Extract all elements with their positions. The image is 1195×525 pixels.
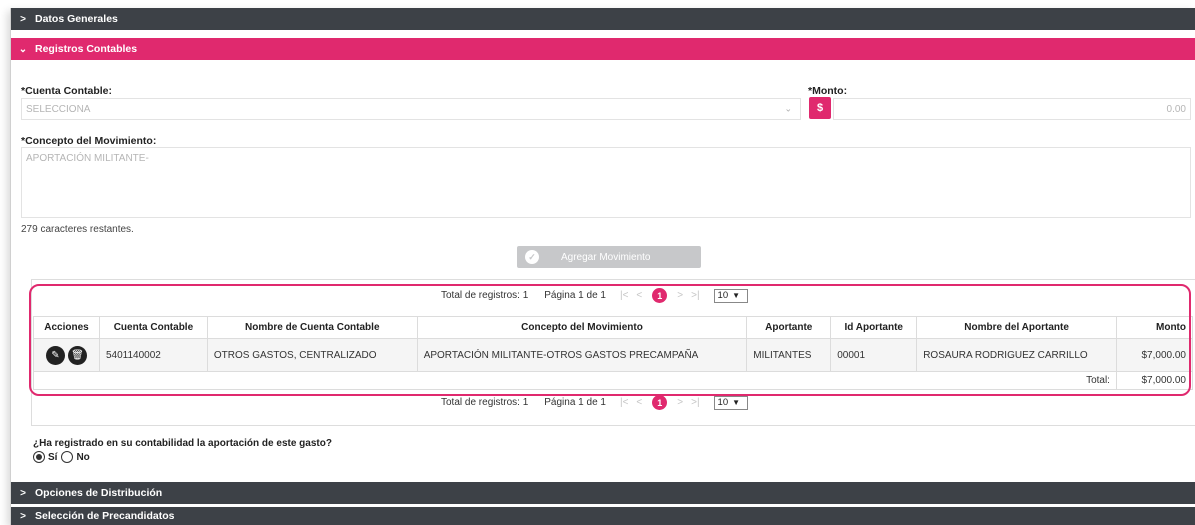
- actions-cell: ✎ 🗑: [33, 338, 100, 372]
- col-concepto: Concepto del Movimiento: [416, 316, 748, 339]
- col-nombre-cuenta: Nombre de Cuenta Contable: [206, 316, 418, 339]
- page-size-value: 10: [717, 290, 729, 301]
- pager-bottom: Total de registros: 1 Página 1 de 1 |< <…: [441, 395, 748, 410]
- pager-top: Total de registros: 1 Página 1 de 1 |< <…: [441, 288, 748, 303]
- form-frame: > Datos Generales ⌄ Registros Contables …: [10, 8, 1195, 525]
- prev-page-button[interactable]: <: [636, 397, 642, 408]
- col-acciones: Acciones: [33, 316, 100, 339]
- movements-table: Acciones Cuenta Contable Nombre de Cuent…: [33, 316, 1194, 390]
- page-indicator: Página 1 de 1: [544, 397, 606, 408]
- prev-page-button[interactable]: <: [636, 290, 642, 301]
- total-records: Total de registros: 1: [441, 290, 529, 301]
- col-cuenta-contable: Cuenta Contable: [98, 316, 208, 339]
- monto-label: *Monto:: [808, 85, 848, 97]
- chevron-right-icon: >: [20, 13, 26, 25]
- page-size-select[interactable]: 10 ▼: [713, 395, 748, 410]
- trash-icon[interactable]: 🗑: [67, 345, 87, 365]
- concepto-textarea[interactable]: APORTACIÓN MILITANTE-: [21, 147, 1191, 218]
- total-value: $7,000.00: [1115, 371, 1194, 390]
- radio-yes[interactable]: [33, 451, 45, 463]
- total-records: Total de registros: 1: [441, 397, 529, 408]
- check-circle-icon: ✓: [525, 250, 539, 264]
- cell-nombre-cuenta: OTROS GASTOS, CENTRALIZADO: [206, 338, 418, 372]
- next-page-button[interactable]: >: [677, 290, 683, 301]
- cell-cuenta: 5401140002: [98, 338, 208, 372]
- currency-addon: $: [809, 97, 831, 119]
- section-title: Selección de Precandidatos: [35, 510, 175, 522]
- col-nombre-aportante: Nombre del Aportante: [916, 316, 1117, 339]
- pencil-icon[interactable]: ✎: [45, 345, 65, 365]
- chevron-down-icon: ▼: [732, 291, 741, 300]
- monto-input[interactable]: 0.00: [833, 98, 1191, 120]
- chevron-down-icon: ▼: [732, 398, 741, 407]
- monto-value: 0.00: [1166, 103, 1186, 115]
- last-page-button[interactable]: >|: [691, 290, 699, 301]
- section-datos-generales[interactable]: > Datos Generales: [11, 8, 1195, 30]
- cell-concepto: APORTACIÓN MILITANTE-OTROS GASTOS PRECAM…: [416, 338, 748, 372]
- section-title: Registros Contables: [35, 43, 138, 55]
- cell-id-aportante: 00001: [830, 338, 918, 372]
- current-page-button[interactable]: 1: [652, 395, 668, 410]
- remaining-characters: 279 caracteres restantes.: [21, 224, 134, 235]
- col-monto: Monto: [1115, 316, 1194, 339]
- section-registros-contables[interactable]: ⌄ Registros Contables: [11, 38, 1195, 60]
- page-indicator: Página 1 de 1: [544, 290, 606, 301]
- contribution-question: ¿Ha registrado en su contabilidad la apo…: [33, 438, 332, 449]
- section-title: Datos Generales: [35, 13, 118, 25]
- table-header-row: Acciones Cuenta Contable Nombre de Cuent…: [33, 316, 1194, 339]
- next-page-button[interactable]: >: [677, 397, 683, 408]
- last-page-button[interactable]: >|: [691, 397, 699, 408]
- cell-nombre-aportante: ROSAURA RODRIGUEZ CARRILLO: [916, 338, 1117, 372]
- chevron-right-icon: >: [20, 510, 26, 522]
- cuenta-contable-select[interactable]: SELECCIONA ⌄: [21, 98, 801, 120]
- chevron-down-icon: ⌄: [18, 43, 28, 55]
- first-page-button[interactable]: |<: [620, 397, 628, 408]
- page-size-select[interactable]: 10 ▼: [713, 288, 748, 303]
- radio-yes-label: Sí: [48, 451, 58, 463]
- radio-no-label: No: [76, 451, 90, 463]
- col-aportante: Aportante: [746, 316, 832, 339]
- add-movement-label: Agregar Movimiento: [561, 251, 651, 263]
- total-row: Total: $7,000.00: [33, 371, 1194, 390]
- chevron-down-icon: ⌄: [784, 103, 792, 114]
- cuenta-contable-label: *Cuenta Contable:: [21, 85, 113, 97]
- contribution-radio-group: Sí No: [33, 451, 90, 463]
- col-id-aportante: Id Aportante: [830, 316, 918, 339]
- total-label: Total:: [33, 371, 1117, 390]
- current-page-button[interactable]: 1: [652, 288, 668, 303]
- radio-no[interactable]: [61, 451, 74, 463]
- section-title: Opciones de Distribución: [35, 487, 163, 499]
- cell-monto: $7,000.00: [1115, 338, 1194, 372]
- section-seleccion-precandidatos[interactable]: > Selección de Precandidatos: [11, 507, 1195, 525]
- table-row: ✎ 🗑 5401140002 OTROS GASTOS, CENTRALIZAD…: [33, 338, 1194, 372]
- section-opciones-distribucion[interactable]: > Opciones de Distribución: [11, 482, 1195, 504]
- first-page-button[interactable]: |<: [620, 290, 628, 301]
- cell-aportante: MILITANTES: [746, 338, 832, 372]
- add-movement-button[interactable]: ✓ Agregar Movimiento: [517, 246, 701, 268]
- concepto-label: *Concepto del Movimiento:: [21, 135, 157, 147]
- chevron-right-icon: >: [20, 487, 26, 499]
- cuenta-contable-placeholder: SELECCIONA: [26, 103, 91, 115]
- page-size-value: 10: [717, 397, 729, 408]
